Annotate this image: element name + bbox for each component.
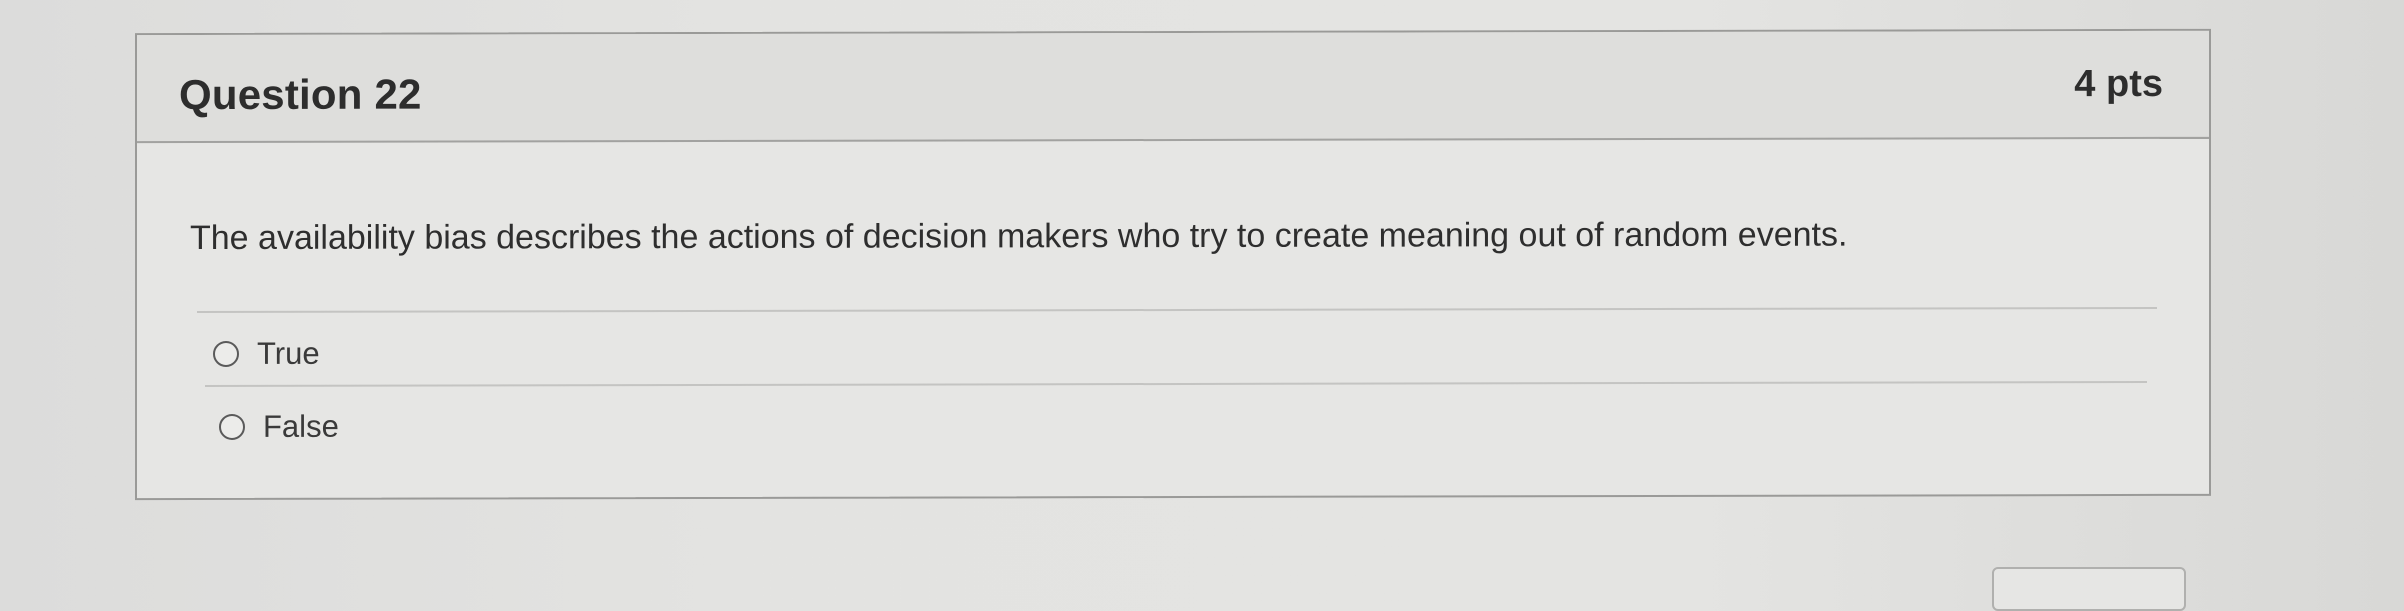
question-body: The availability bias describes the acti… [137,139,2209,498]
answer-label-false: False [263,408,339,444]
radio-button-false[interactable] [219,413,245,440]
partial-button[interactable] [1992,567,2186,611]
question-text: The availability bias describes the acti… [190,215,1848,258]
answer-option-false[interactable]: False [219,409,339,445]
question-points: 4 pts [2074,62,2163,106]
divider [197,306,2157,314]
question-header: Question 22 4 pts [137,30,2209,144]
divider [205,380,2147,388]
question-title: Question 22 [179,70,422,119]
answer-label-true: True [257,335,320,371]
question-card: Question 22 4 pts The availability bias … [135,28,2211,501]
radio-button-true[interactable] [213,340,239,368]
answer-option-true[interactable]: True [213,336,320,372]
